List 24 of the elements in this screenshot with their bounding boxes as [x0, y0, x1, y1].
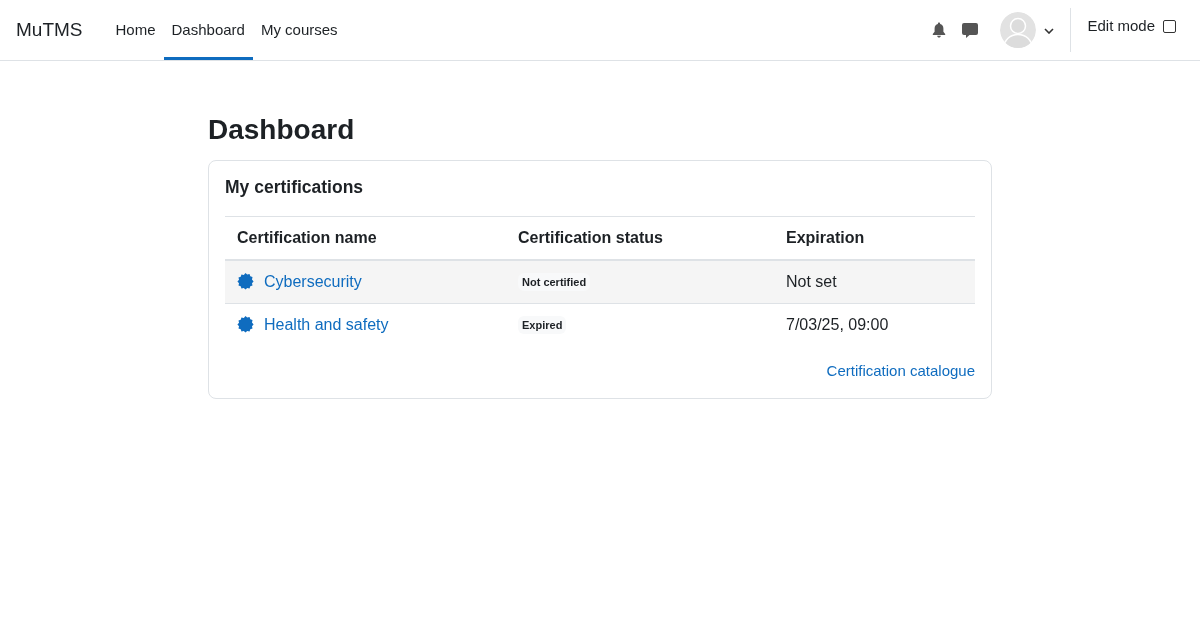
bell-icon	[932, 22, 947, 38]
seal-icon	[237, 316, 254, 334]
seal-icon	[237, 273, 254, 291]
status-badge: Expired	[518, 315, 567, 334]
nav-link[interactable]: Dashboard	[163, 0, 253, 60]
expiration-text: Not set	[774, 259, 975, 304]
nav-link[interactable]: Home	[107, 0, 164, 60]
caret-icon	[1044, 28, 1055, 34]
speech-bubble-icon	[962, 22, 979, 38]
nav-link[interactable]: My courses	[252, 0, 346, 60]
column-header: Expiration	[774, 216, 975, 260]
edit-mode-label: Edit mode	[1087, 16, 1155, 37]
brand-link[interactable]: MuTMS	[16, 0, 83, 60]
column-header: Certification status	[506, 216, 774, 260]
catalogue-link[interactable]: Certification catalogue	[826, 361, 975, 379]
expiration-text: 7/03/25, 09:00	[774, 303, 975, 346]
block-title: My certifications	[225, 176, 365, 198]
page-title: Dashboard	[208, 113, 356, 147]
avatar-icon	[1000, 12, 1037, 48]
column-header: Certification name	[225, 216, 506, 260]
edit-mode-checkbox[interactable]	[1163, 20, 1176, 33]
certification-link[interactable]: Health and safety	[264, 315, 389, 334]
status-badge: Not certified	[518, 272, 591, 291]
certification-link[interactable]: Cybersecurity	[264, 272, 362, 291]
